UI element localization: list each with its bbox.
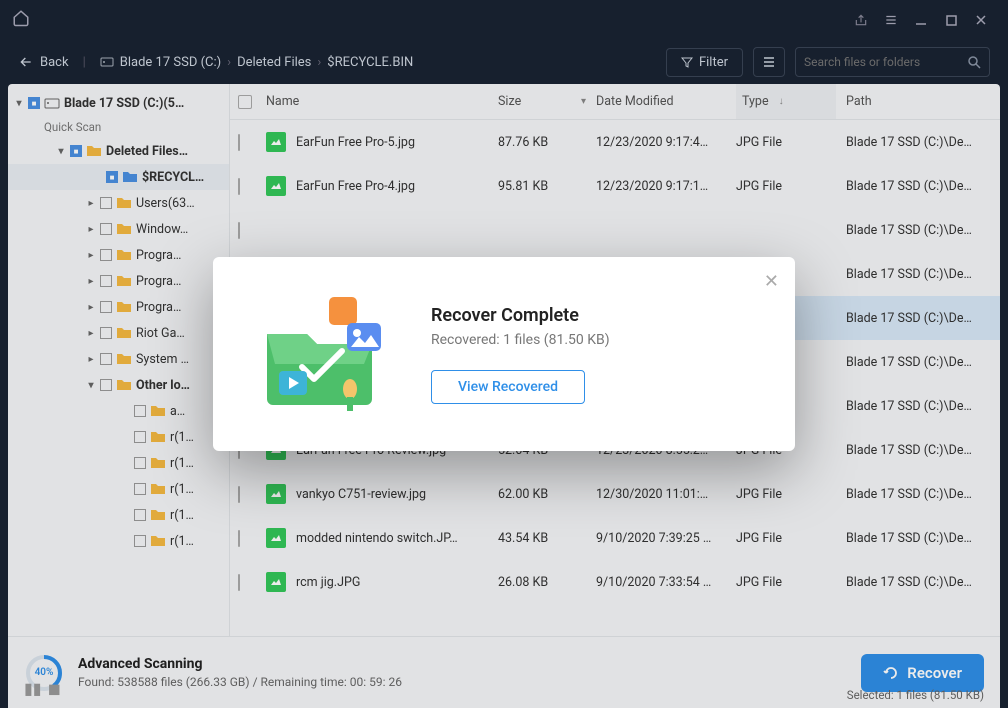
modal-illustration bbox=[247, 289, 397, 419]
modal-overlay: ✕ Recover Complete Recovered: 1 files (8… bbox=[0, 0, 1008, 708]
close-icon[interactable]: ✕ bbox=[764, 271, 779, 292]
recover-complete-modal: ✕ Recover Complete Recovered: 1 files (8… bbox=[213, 257, 795, 451]
modal-title: Recover Complete bbox=[431, 305, 610, 326]
modal-sub: Recovered: 1 files (81.50 KB) bbox=[431, 332, 610, 348]
view-recovered-button[interactable]: View Recovered bbox=[431, 370, 585, 404]
